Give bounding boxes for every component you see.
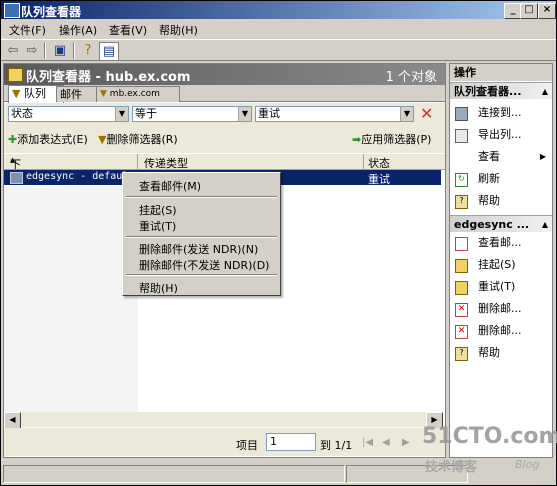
column-header-status[interactable]: 状态	[368, 155, 390, 171]
action-refresh[interactable]: ↻ 刷新	[450, 169, 552, 189]
context-help[interactable]: 帮助(H)	[139, 280, 178, 296]
close-button[interactable]: ×	[538, 3, 556, 19]
action-view-messages[interactable]: 查看邮...	[450, 233, 552, 253]
action-remove-messages-no-ndr[interactable]: ✕ 删除邮...	[450, 321, 552, 341]
first-page-icon[interactable]: |◀	[362, 437, 373, 448]
action-help[interactable]: ? 帮助	[450, 191, 552, 211]
menu-help[interactable]: 帮助(H)	[159, 22, 198, 38]
app-icon	[4, 3, 20, 18]
action-view[interactable]: 查看 ▶	[450, 147, 552, 167]
collapse-icon: ▲	[541, 87, 548, 96]
filter-area: 状态 ▼ 等于 ▼ 重试 ▼ ✕ ✚添加表达式(E) ▼删除筛选器(R) ➡应用…	[4, 103, 445, 153]
watermark-blog: Blog	[515, 458, 540, 471]
context-remove-without-ndr[interactable]: 删除邮件(不发送 NDR)(D)	[139, 257, 269, 273]
column-header-delivery-type[interactable]: 传递类型	[144, 155, 188, 171]
refresh-icon: ↻	[455, 173, 468, 187]
grid-first-column-shade	[4, 186, 138, 412]
toolbar-separator	[73, 42, 75, 59]
queue-viewer-icon	[8, 68, 23, 82]
help-icon: ?	[455, 195, 468, 209]
context-view-messages[interactable]: 查看邮件(M)	[139, 178, 201, 194]
pager-label: 项目	[236, 439, 258, 452]
actions-section-queue-viewer[interactable]: 队列查看器... ▲	[450, 82, 552, 99]
scroll-left-icon[interactable]: ◀	[4, 412, 21, 429]
back-arrow-icon[interactable]: ⇦	[4, 42, 22, 59]
connect-icon	[455, 107, 468, 121]
chevron-down-icon: ▼	[238, 107, 251, 121]
filter-value-select[interactable]: 重试 ▼	[255, 106, 414, 122]
server-icon: ▼	[100, 89, 107, 99]
pager-total: 到 1/1	[320, 439, 353, 452]
cell-status: 重试	[368, 173, 390, 186]
help-icon: ?	[455, 347, 468, 361]
tab-mb-server[interactable]: ▼ mb.ex.com	[96, 86, 180, 102]
delete-expression-icon[interactable]: ✕	[420, 104, 433, 123]
toolbar-separator	[44, 42, 46, 59]
pager: 项目 1 到 1/1 |◀ ◀ ▶	[4, 428, 445, 456]
menu-action[interactable]: 操作(A)	[59, 22, 97, 38]
column-divider[interactable]	[363, 154, 364, 170]
page-input[interactable]: 1	[266, 433, 316, 451]
delete-message-icon: ✕	[455, 325, 468, 339]
maximize-button[interactable]: □	[520, 3, 538, 19]
context-suspend[interactable]: 挂起(S)	[139, 202, 177, 218]
apply-filter-button[interactable]: ➡应用筛选器(P)	[352, 131, 431, 147]
suspend-icon	[455, 259, 468, 273]
filter-field-select[interactable]: 状态 ▼	[8, 106, 129, 122]
show-hide-tree-icon[interactable]: ▣	[51, 42, 69, 59]
action-retry[interactable]: 重试(T)	[450, 277, 552, 297]
action-export-list[interactable]: 导出列...	[450, 125, 552, 145]
column-divider[interactable]	[137, 154, 138, 170]
actions-section-edgesync[interactable]: edgesync ... ▲	[450, 215, 552, 232]
tab-strip: ▼ 队列 邮件 ▼ mb.ex.com	[4, 85, 445, 103]
queue-row-icon	[10, 172, 23, 184]
chevron-down-icon: ▼	[115, 107, 128, 121]
grid-header: 下一跃点域 ▲ 传递类型 状态	[4, 154, 445, 235]
title-bar: 队列查看器 _ □ ×	[1, 1, 556, 19]
next-page-icon[interactable]: ▶	[402, 437, 410, 448]
help-icon[interactable]: ?	[79, 42, 97, 59]
sort-ascending-icon: ▲	[10, 156, 16, 164]
apply-arrow-icon: ➡	[352, 133, 362, 146]
chevron-down-icon: ▼	[400, 107, 413, 121]
context-retry[interactable]: 重试(T)	[139, 218, 176, 234]
menu-bar: 文件(F) 操作(A) 查看(V) 帮助(H)	[1, 19, 556, 39]
delete-message-icon: ✕	[455, 303, 468, 317]
export-icon	[455, 129, 468, 143]
forward-arrow-icon[interactable]: ⇨	[23, 42, 41, 59]
menu-file[interactable]: 文件(F)	[9, 22, 46, 38]
status-pane	[3, 465, 345, 483]
actions-pane: 操作 队列查看器... ▲ 连接到... 导出列... 查看 ▶ ↻ 刷新 ? 帮…	[449, 63, 553, 458]
filter-operator-select[interactable]: 等于 ▼	[132, 106, 252, 122]
menu-view[interactable]: 查看(V)	[109, 22, 147, 38]
panel-title: 队列查看器 - hub.ex.com	[26, 70, 191, 85]
action-remove-messages-ndr[interactable]: ✕ 删除邮...	[450, 299, 552, 319]
menu-separator	[126, 196, 277, 198]
horizontal-scrollbar[interactable]: ◀ ▶	[4, 412, 443, 429]
toolbar: ⇦ ⇨ ▣ ? ▤	[1, 39, 556, 61]
window-title: 队列查看器	[21, 5, 82, 19]
message-icon	[455, 237, 468, 251]
action-suspend[interactable]: 挂起(S)	[450, 255, 552, 275]
collapse-icon: ▲	[541, 220, 548, 229]
plus-icon: ✚	[8, 133, 18, 146]
watermark-text: 技术博客	[425, 460, 478, 475]
submenu-arrow-icon: ▶	[539, 152, 546, 161]
context-remove-with-ndr[interactable]: 删除邮件(发送 NDR)(N)	[139, 241, 258, 257]
action-connect[interactable]: 连接到...	[450, 103, 552, 123]
show-hide-action-pane-icon[interactable]: ▤	[99, 42, 119, 61]
panel-header: 队列查看器 - hub.ex.com 1 个对象	[4, 64, 445, 85]
object-count: 1 个对象	[385, 70, 437, 85]
action-help-2[interactable]: ? 帮助	[450, 343, 552, 363]
queue-icon: ▼	[12, 87, 21, 100]
menu-separator	[126, 274, 277, 276]
watermark-logo: 51CTO.com	[422, 424, 557, 449]
menu-separator	[126, 236, 277, 238]
retry-icon	[455, 281, 468, 295]
prev-page-icon[interactable]: ◀	[382, 437, 390, 448]
actions-title: 操作	[450, 64, 552, 81]
remove-filter-button[interactable]: ▼删除筛选器(R)	[98, 131, 178, 147]
add-expression-button[interactable]: ✚添加表达式(E)	[8, 131, 88, 147]
context-menu: 查看邮件(M) 挂起(S) 重试(T) 删除邮件(发送 NDR)(N) 删除邮件…	[122, 172, 281, 296]
